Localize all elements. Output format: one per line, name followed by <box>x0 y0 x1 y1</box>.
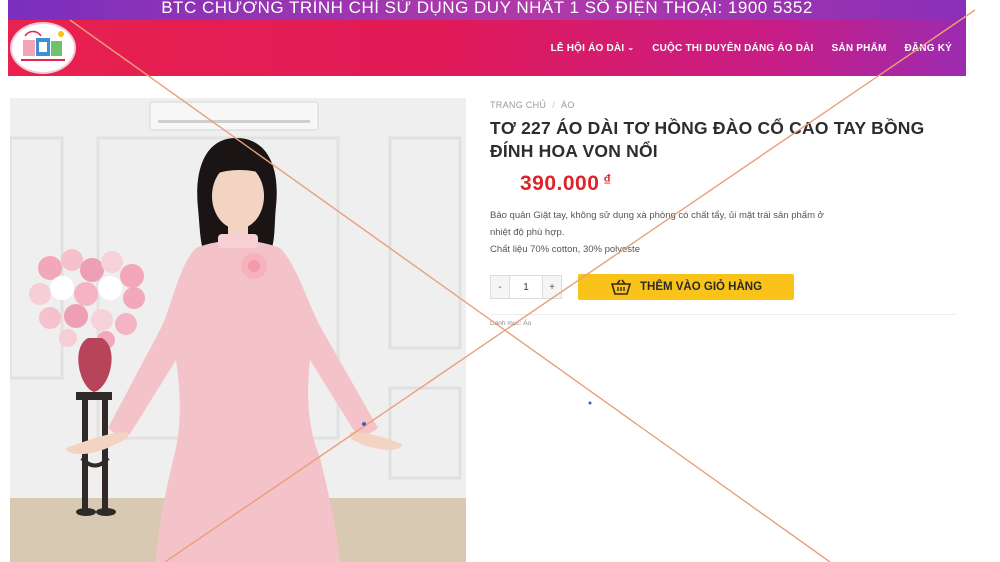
add-to-cart-button[interactable]: THÊM VÀO GIỎ HÀNG <box>578 274 794 300</box>
nav-item-products[interactable]: SẢN PHẨM <box>832 43 887 54</box>
description-line: nhiệt độ phù hợp. <box>490 227 565 238</box>
product-page: BTC CHƯƠNG TRÌNH CHỈ SỬ DỤNG DUY NHẤT 1 … <box>8 0 966 562</box>
nav-item-register[interactable]: ĐĂNG KÝ <box>904 43 952 54</box>
description-line: Bảo quản Giặt tay, không sử dụng xà phòn… <box>490 210 824 221</box>
main-nav: LỄ HỘI ÁO DÀI ⌄ CUỘC THI DUYÊN DÁNG ÁO D… <box>551 20 952 76</box>
add-to-cart-row: - + THÊM VÀO GIỎ HÀNG <box>490 274 960 300</box>
product-title: TƠ 227 ÁO DÀI TƠ HỒNG ĐÀO CỔ CAO TAY BỒN… <box>490 118 925 161</box>
quantity-increase-button[interactable]: + <box>543 276 561 298</box>
nav-item-label: CUỘC THI DUYÊN DÁNG ÁO DÀI <box>652 42 814 54</box>
quantity-stepper: - + <box>490 275 562 299</box>
site-logo[interactable] <box>10 22 76 74</box>
breadcrumb: TRANG CHỦ / ÁO <box>490 100 960 114</box>
shopping-basket-icon <box>610 279 632 295</box>
chevron-down-icon: ⌄ <box>627 42 635 52</box>
product-description: Bảo quản Giặt tay, không sử dụng xà phòn… <box>490 207 960 258</box>
ao-dai-logo-icon <box>15 26 71 70</box>
quantity-decrease-button[interactable]: - <box>491 276 509 298</box>
product-image[interactable] <box>10 98 466 562</box>
divider <box>490 314 956 315</box>
material-line: Chất liệu 70% cotton, 30% polyeste <box>490 244 640 255</box>
product-photo <box>10 98 466 562</box>
nav-item-label: LỄ HỘI ÁO DÀI <box>550 42 625 54</box>
product-price: 390.000 ₫ <box>520 172 960 196</box>
currency-symbol: ₫ <box>603 172 612 189</box>
price-value: 390.000 <box>520 172 600 195</box>
nav-item-label: SẢN PHẨM <box>831 42 887 54</box>
breadcrumb-category[interactable]: ÁO <box>561 100 575 110</box>
site-header: LỄ HỘI ÁO DÀI ⌄ CUỘC THI DUYÊN DÁNG ÁO D… <box>8 20 966 76</box>
quantity-input[interactable] <box>509 276 543 298</box>
product-details: TRANG CHỦ / ÁO TƠ 227 ÁO DÀI TƠ HỒNG ĐÀO C… <box>490 100 960 327</box>
breadcrumb-separator: / <box>552 100 556 110</box>
breadcrumb-home[interactable]: TRANG CHỦ <box>490 100 546 110</box>
promo-banner: BTC CHƯƠNG TRÌNH CHỈ SỬ DỤNG DUY NHẤT 1 … <box>8 0 966 20</box>
nav-item-ao-dai-festival[interactable]: LỄ HỘI ÁO DÀI ⌄ <box>551 43 635 54</box>
nav-item-label: ĐĂNG KÝ <box>904 42 952 54</box>
nav-item-contest[interactable]: CUỘC THI DUYÊN DÁNG ÁO DÀI <box>652 43 813 54</box>
product-category-meta: Danh mục: Áo <box>490 320 532 327</box>
add-to-cart-label: THÊM VÀO GIỎ HÀNG <box>639 281 763 293</box>
